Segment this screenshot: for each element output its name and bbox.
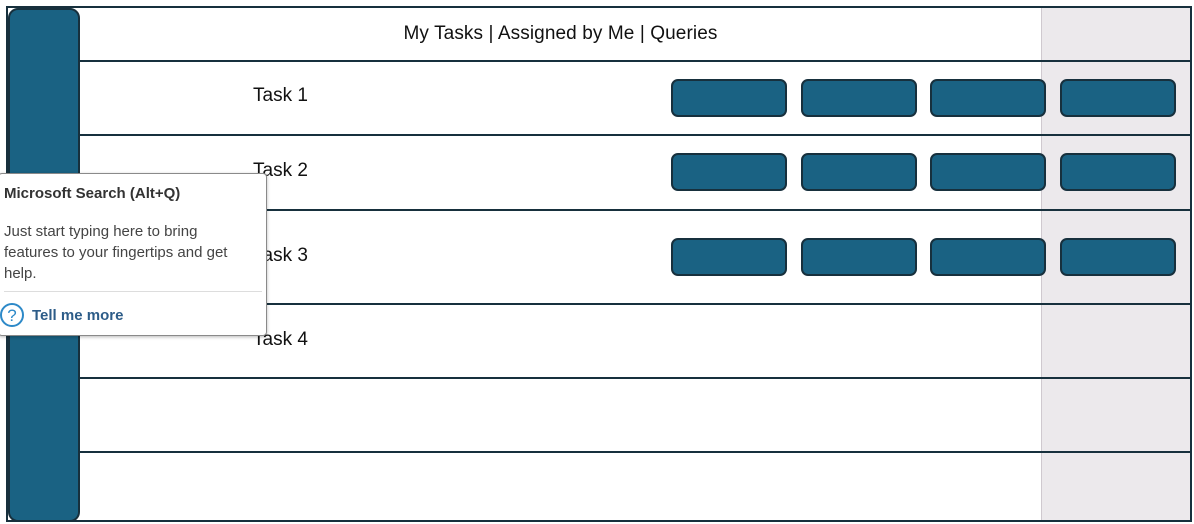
task-2-action-button-1[interactable] [671,153,787,191]
task-2-action-button-4[interactable] [1060,153,1176,191]
task-1-action-button-4[interactable] [1060,79,1176,117]
row-divider [80,60,1190,62]
header-title[interactable]: My Tasks | Assigned by Me | Queries [404,23,718,45]
task-1-action-button-2[interactable] [801,79,917,117]
row-divider [80,377,1190,379]
task-app: My Tasks | Assigned by Me | Queries Task… [0,0,1194,524]
tooltip-body: Just start typing here to bring features… [4,223,228,282]
task-3-action-button-2[interactable] [801,238,917,276]
task-3-action-button-1[interactable] [671,238,787,276]
task-header: My Tasks | Assigned by Me | Queries [80,8,1041,60]
task-1-label: Task 1 [253,85,308,106]
help-icon: ? [0,303,24,327]
tell-me-more-link[interactable]: ? Tell me more [0,303,123,327]
tell-me-more-label: Tell me more [32,306,124,324]
microsoft-search-tooltip: Microsoft Search (Alt+Q) Just start typi… [0,173,267,336]
tooltip-title: Microsoft Search (Alt+Q) [4,185,181,202]
task-1-action-button-3[interactable] [930,79,1046,117]
tooltip-divider [4,291,262,292]
task-3-action-button-3[interactable] [930,238,1046,276]
task-2-action-button-2[interactable] [801,153,917,191]
row-divider [80,451,1190,453]
task-2-action-button-3[interactable] [930,153,1046,191]
task-1-action-button-1[interactable] [671,79,787,117]
row-divider [80,134,1190,136]
task-3-action-button-4[interactable] [1060,238,1176,276]
